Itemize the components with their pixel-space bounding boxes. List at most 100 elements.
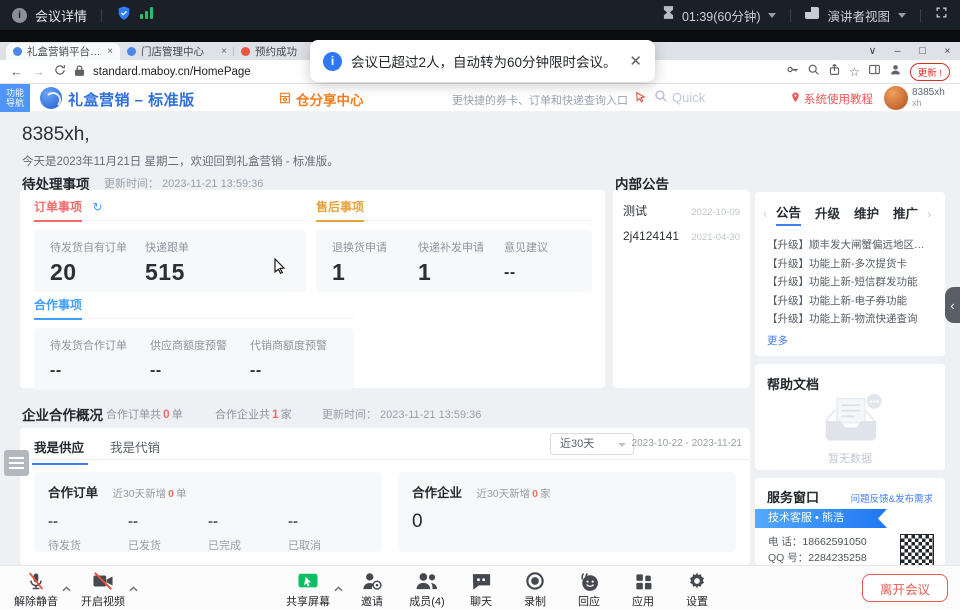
unmute-button[interactable]: 解除静音 (4, 571, 68, 609)
order-items-tab[interactable]: 订单事项 (34, 198, 82, 222)
feedback-link[interactable]: 问题反馈&发布需求 (851, 491, 933, 505)
close-window-button[interactable]: × (935, 43, 960, 60)
aftersales-tab[interactable]: 售后事项 (316, 198, 364, 222)
video-options-chevron[interactable] (129, 579, 138, 597)
range-select[interactable]: 近30天 (550, 433, 634, 455)
service-title: 服务窗口 (767, 487, 819, 506)
share-center-link[interactable]: 仓分享中心 (278, 89, 364, 109)
meeting-details-button[interactable]: 会议详情 (35, 6, 87, 25)
help-docs-title: 帮助文档 (755, 364, 945, 393)
split-view-icon[interactable] (868, 63, 881, 81)
phone-row: 电 话：18662591050 (768, 534, 867, 549)
bookmark-star-icon[interactable]: ☆ (849, 65, 860, 79)
stat-value: -- (288, 513, 368, 530)
back-icon[interactable]: ← (10, 65, 23, 78)
close-icon[interactable]: ✕ (629, 52, 642, 70)
app-logo[interactable] (40, 87, 62, 109)
announcement-item[interactable]: 【升级】功能上新-多次提货卡 (767, 255, 933, 274)
profile-chevron[interactable]: ∨ (860, 43, 885, 60)
reload-icon[interactable] (54, 63, 66, 81)
announcement-item[interactable]: 【升级】功能上新-物流快递查询 (767, 310, 933, 329)
mouse-cursor (274, 258, 286, 279)
qq-row: QQ 号：2284235258 (768, 550, 867, 565)
notice-item[interactable]: 2j4124141 2021-04-30 (623, 229, 740, 243)
minimize-button[interactable]: – (885, 43, 910, 60)
unmute-label: 解除静音 (4, 593, 68, 609)
start-video-button[interactable]: 开启视频 (71, 571, 135, 609)
stat-value: -- (50, 357, 150, 380)
system-tutorial-link[interactable]: 系统使用教程 (790, 91, 873, 107)
network-signal-icon[interactable] (140, 6, 154, 24)
notice-name: 2j4124141 (623, 229, 679, 243)
close-tab-icon[interactable]: × (107, 46, 113, 57)
greeting-name: 8385xh, (22, 124, 90, 146)
key-icon[interactable] (786, 63, 799, 81)
avatar[interactable] (884, 86, 908, 110)
leave-meeting-button[interactable]: 离开会议 (862, 574, 948, 602)
qq-value: 2284235258 (808, 552, 866, 564)
collapse-panel-chevron[interactable]: ‹ (945, 287, 960, 323)
prev-arrow-icon[interactable]: ‹ (761, 207, 769, 221)
coop-comp-inc: 近30天新增0家 (476, 488, 550, 500)
coop-orders-unit: 单 (172, 409, 183, 421)
stat-label: 供应商额度预警 (150, 337, 250, 353)
cooperation-group: 合作事项 待发货合作订单 -- 供应商额度预警 -- 代销商额度预警 -- (34, 296, 354, 390)
stat: --已完成 (208, 513, 288, 553)
tab-weihu[interactable]: 维护 (854, 203, 879, 225)
tab-supplier[interactable]: 我是供应 (34, 437, 84, 456)
more-link[interactable]: 更多 (767, 333, 933, 348)
phone-label: 电 话： (768, 536, 802, 548)
tab-gonggao[interactable]: 公告 (776, 202, 801, 226)
tab-agent[interactable]: 我是代销 (110, 437, 160, 456)
share-icon[interactable] (828, 63, 841, 81)
announcement-item[interactable]: 【升级】顺丰发大闸蟹偏远地区不成功问... (767, 236, 933, 255)
announcement-item[interactable]: 【升级】功能上新-短信群发功能 (767, 273, 933, 292)
start-video-label: 开启视频 (71, 593, 135, 609)
function-nav-toggle[interactable]: 功能 导航 (0, 84, 30, 112)
meeting-timer[interactable]: 01:39(60分钟) (682, 6, 761, 25)
cooperation-header: 合作事项 (34, 296, 354, 319)
search-icon (654, 89, 668, 106)
tab-shengji[interactable]: 升级 (815, 203, 840, 225)
gear-icon (665, 571, 729, 591)
notice-item[interactable]: 测试 2022-10-09 (623, 202, 740, 219)
chevron-down-icon[interactable] (898, 13, 906, 18)
mic-options-chevron[interactable] (62, 579, 71, 597)
order-items-group: 订单事项 ↻ 待发货自有订单 20 快递跟单 515 (34, 198, 306, 292)
todo-updated-time: 更新时间： 2023-11-21 13:59:36 (104, 175, 263, 191)
zoom-icon[interactable] (807, 63, 820, 81)
browser-tab-1[interactable]: 礼盒营销平台管理中心 × (6, 43, 120, 60)
pointer-hand-icon (634, 91, 647, 109)
tab-tuiguang[interactable]: 推广 (893, 203, 918, 225)
quick-search-button[interactable]: Quick (654, 89, 705, 106)
maximize-button[interactable]: □ (910, 43, 935, 60)
cooperation-tab[interactable]: 合作事项 (34, 296, 82, 320)
stat-value: -- (504, 259, 590, 282)
settings-button[interactable]: 设置 (665, 571, 729, 609)
support-agent-ribbon: 技术客服 • 熊浩 (755, 509, 887, 528)
stat-value: 1 (418, 259, 504, 286)
meeting-topbar: i 会议详情 01:39(60分钟) 演讲者视图 (0, 0, 960, 30)
profile-icon[interactable] (889, 63, 902, 81)
next-arrow-icon[interactable]: › (925, 207, 933, 221)
announcement-item[interactable]: 【升级】功能上新-电子券功能 (767, 292, 933, 311)
username-main: 8385xh (912, 87, 945, 98)
close-tab-icon[interactable]: × (221, 46, 227, 57)
shield-check-icon[interactable] (116, 5, 132, 26)
chevron-down-icon[interactable] (768, 13, 776, 18)
stat-value: -- (208, 513, 288, 530)
share-screen-button[interactable]: 共享屏幕 (276, 571, 340, 609)
update-chrome-pill[interactable]: 更新 ! (910, 63, 950, 81)
fullscreen-icon[interactable] (935, 6, 948, 24)
lock-icon[interactable] (75, 63, 84, 81)
empty-inbox-icon (808, 393, 892, 449)
floating-list-widget[interactable] (4, 450, 29, 476)
announcement-tabs: ‹ 公告 升级 维护 推广 › (755, 192, 945, 233)
stat: 退换货申请 1 (332, 239, 418, 292)
browser-tab-2[interactable]: 门店管理中心 × (120, 43, 234, 60)
refresh-icon[interactable]: ↻ (92, 200, 102, 214)
view-mode-selector[interactable]: 演讲者视图 (827, 6, 890, 25)
info-icon: i (323, 52, 342, 71)
forward-icon[interactable]: → (32, 65, 45, 78)
coop-orders-inc: 近30天新增0单 (112, 488, 186, 500)
